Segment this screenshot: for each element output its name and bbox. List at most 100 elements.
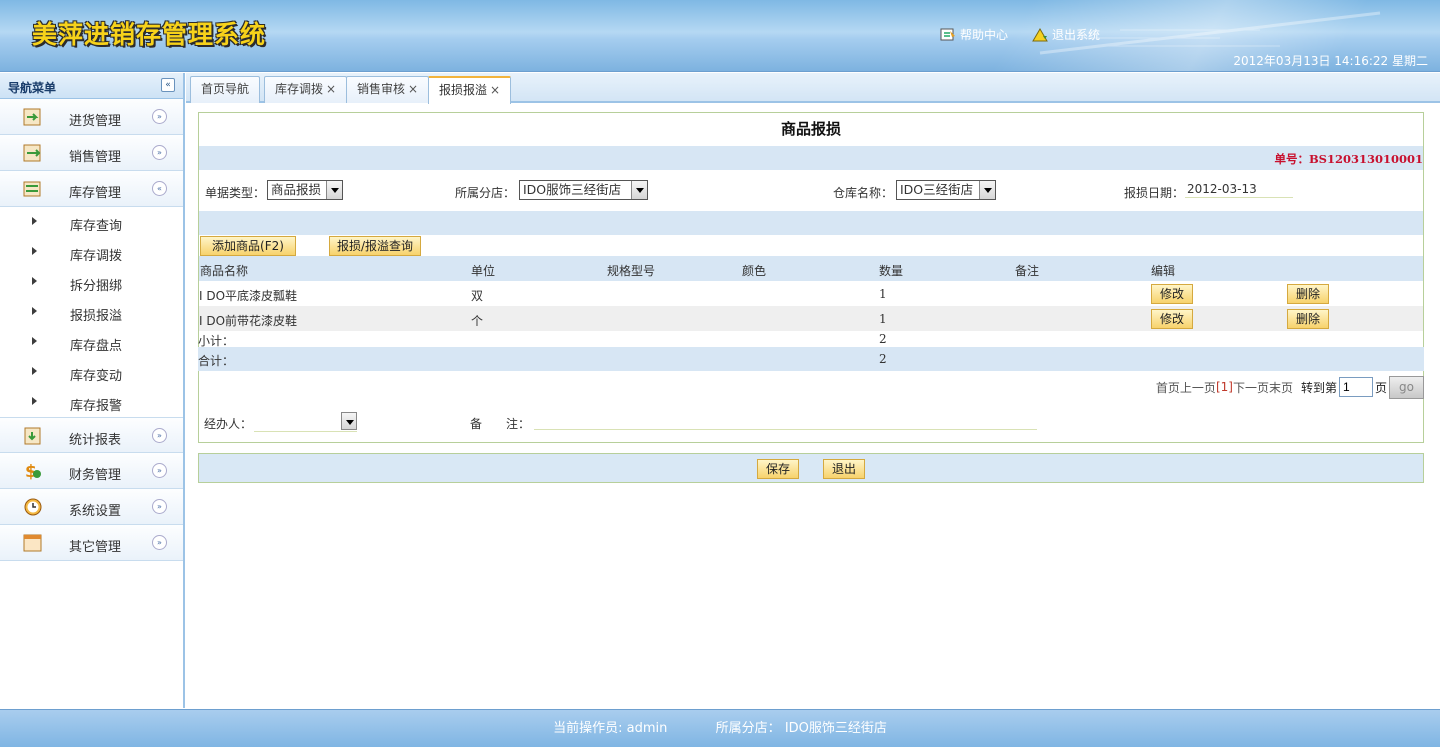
col-header: 编辑 xyxy=(1151,264,1176,278)
caret-right-icon xyxy=(32,277,37,285)
cell-unit: 双 xyxy=(471,289,484,303)
nav-item-stock-count[interactable]: 库存盘点 xyxy=(0,327,183,357)
delete-row-button[interactable]: 删除 xyxy=(1287,309,1329,329)
next-page-link[interactable]: 下一页 xyxy=(1233,379,1269,396)
delete-row-button[interactable]: 删除 xyxy=(1287,284,1329,304)
doc-type-select[interactable]: 商品报损 xyxy=(267,180,343,200)
subtotal-row: 小计： 2 xyxy=(198,330,1424,348)
caret-right-icon xyxy=(32,397,37,405)
logout-icon xyxy=(1032,27,1048,41)
operator-label: 当前操作员: xyxy=(553,721,623,736)
close-icon[interactable]: × xyxy=(326,82,336,96)
warehouse-select[interactable]: IDO三经街店 xyxy=(896,180,996,200)
chevron-up-icon: « xyxy=(152,181,167,196)
col-header: 颜色 xyxy=(742,264,767,278)
doc-type-label: 单据类型： xyxy=(205,186,266,200)
collapse-sidebar-button[interactable]: « xyxy=(161,78,175,92)
cell-name: I DO前带花漆皮鞋 xyxy=(199,314,298,328)
go-button[interactable]: go xyxy=(1389,375,1424,399)
add-item-button[interactable]: 添加商品(F2) xyxy=(200,236,296,256)
nav-item-stock-change[interactable]: 库存变动 xyxy=(0,357,183,387)
last-page-link[interactable]: 末页 xyxy=(1269,379,1293,396)
status-footer: 当前操作员: admin 所属分店： IDO服饰三经街店 xyxy=(0,709,1440,747)
col-header: 商品名称 xyxy=(200,264,249,278)
bill-number-band xyxy=(199,146,1423,170)
cell-name: I DO平底漆皮瓢鞋 xyxy=(199,289,298,303)
total-row: 合计： 2 xyxy=(198,347,1424,371)
navigation-sidebar: 导航菜单 « 进货管理 » 销售管理 » 库存管理 « 库存查询 库存调拨 拆分… xyxy=(0,73,185,708)
nav-item-label: 库存报警 xyxy=(70,399,123,414)
nav-item-label: 库存查询 xyxy=(70,219,123,234)
nav-item-stock-alert[interactable]: 库存报警 xyxy=(0,387,183,417)
total-label: 合计： xyxy=(198,354,235,368)
nav-item-label: 库存变动 xyxy=(70,369,123,384)
app-header: 美萍进销存管理系统 帮助中心 退出系统 2012年03月13日 14:16:22… xyxy=(0,0,1440,72)
dropdown-arrow-icon xyxy=(631,181,647,199)
nav-item-loss-overflow[interactable]: 报损报溢 xyxy=(0,297,183,327)
nav-group-inventory[interactable]: 库存管理 « xyxy=(0,171,183,207)
bill-number: 单号：BS120313010001 xyxy=(1274,152,1423,166)
nav-group-label: 库存管理 xyxy=(69,186,122,201)
loss-query-button[interactable]: 报损/报溢查询 xyxy=(329,236,421,256)
nav-menu-header: 导航菜单 « xyxy=(0,73,183,99)
first-page-link[interactable]: 首页 xyxy=(1156,379,1180,396)
warehouse-label: 仓库名称： xyxy=(833,186,894,200)
tab-sales-review[interactable]: 销售审核 × xyxy=(346,76,430,103)
footer-branch-name: IDO服饰三经街店 xyxy=(784,721,887,736)
note-input[interactable] xyxy=(534,414,1037,430)
page-number-input[interactable] xyxy=(1338,377,1373,397)
report-icon xyxy=(24,427,41,445)
cell-unit: 个 xyxy=(471,314,484,328)
nav-group-reports[interactable]: 统计报表 » xyxy=(0,417,183,453)
sales-icon xyxy=(23,144,41,162)
nav-item-label: 拆分捆绑 xyxy=(70,279,123,294)
nav-group-settings[interactable]: 系统设置 » xyxy=(0,489,183,525)
save-button[interactable]: 保存 xyxy=(757,459,799,479)
date-label: 报损日期： xyxy=(1124,186,1185,200)
nav-item-stock-query[interactable]: 库存查询 xyxy=(0,207,183,237)
tab-label: 库存调拨 xyxy=(275,82,324,96)
close-icon[interactable]: × xyxy=(408,82,418,96)
nav-item-split-bundle[interactable]: 拆分捆绑 xyxy=(0,267,183,297)
dropdown-arrow-icon xyxy=(341,412,357,430)
nav-group-other[interactable]: 其它管理 » xyxy=(0,525,183,561)
note-label: 备 注： xyxy=(470,417,531,431)
nav-group-label: 进货管理 xyxy=(69,114,122,129)
caret-right-icon xyxy=(32,217,37,225)
edit-row-button[interactable]: 修改 xyxy=(1151,284,1193,304)
caret-right-icon xyxy=(32,307,37,315)
handler-select[interactable] xyxy=(254,412,357,432)
subtotal-qty: 2 xyxy=(879,332,887,346)
caret-right-icon xyxy=(32,337,37,345)
toolbar-band xyxy=(199,211,1423,235)
help-icon xyxy=(940,28,955,40)
close-icon[interactable]: × xyxy=(490,83,500,97)
date-input[interactable]: 2012-03-13 xyxy=(1185,182,1293,198)
warehouse-value: IDO三经街店 xyxy=(900,182,974,197)
nav-group-sales[interactable]: 销售管理 » xyxy=(0,135,183,171)
nav-group-label: 销售管理 xyxy=(69,150,122,165)
edit-row-button[interactable]: 修改 xyxy=(1151,309,1193,329)
handler-label: 经办人： xyxy=(204,417,253,431)
datetime-display: 2012年03月13日 14:16:22 星期二 xyxy=(1233,54,1428,68)
tab-label: 首页导航 xyxy=(201,82,250,96)
tab-loss-overflow[interactable]: 报损报溢 × xyxy=(428,76,512,104)
current-page: [1] xyxy=(1215,380,1233,394)
tab-stock-transfer[interactable]: 库存调拨 × xyxy=(264,76,348,103)
prev-page-link[interactable]: 上一页 xyxy=(1180,379,1216,396)
col-header: 单位 xyxy=(471,264,496,278)
tab-label: 销售审核 xyxy=(357,82,406,96)
branch-select[interactable]: IDO服饰三经街店 xyxy=(519,180,648,200)
clock-settings-icon xyxy=(24,498,42,516)
branch-value: IDO服饰三经街店 xyxy=(523,182,622,197)
window-icon xyxy=(23,534,42,552)
nav-group-finance[interactable]: $ 财务管理 » xyxy=(0,453,183,489)
nav-group-purchase[interactable]: 进货管理 » xyxy=(0,99,183,135)
nav-item-stock-transfer[interactable]: 库存调拨 xyxy=(0,237,183,267)
exit-button[interactable]: 退出 xyxy=(823,459,865,479)
logout-link[interactable]: 退出系统 xyxy=(1032,26,1100,43)
tab-home[interactable]: 首页导航 xyxy=(190,76,261,103)
form-title: 商品报损 xyxy=(780,120,841,138)
help-center-link[interactable]: 帮助中心 xyxy=(940,26,1008,43)
table-row: I DO平底漆皮瓢鞋 双 1 修改 删除 xyxy=(199,281,1423,306)
